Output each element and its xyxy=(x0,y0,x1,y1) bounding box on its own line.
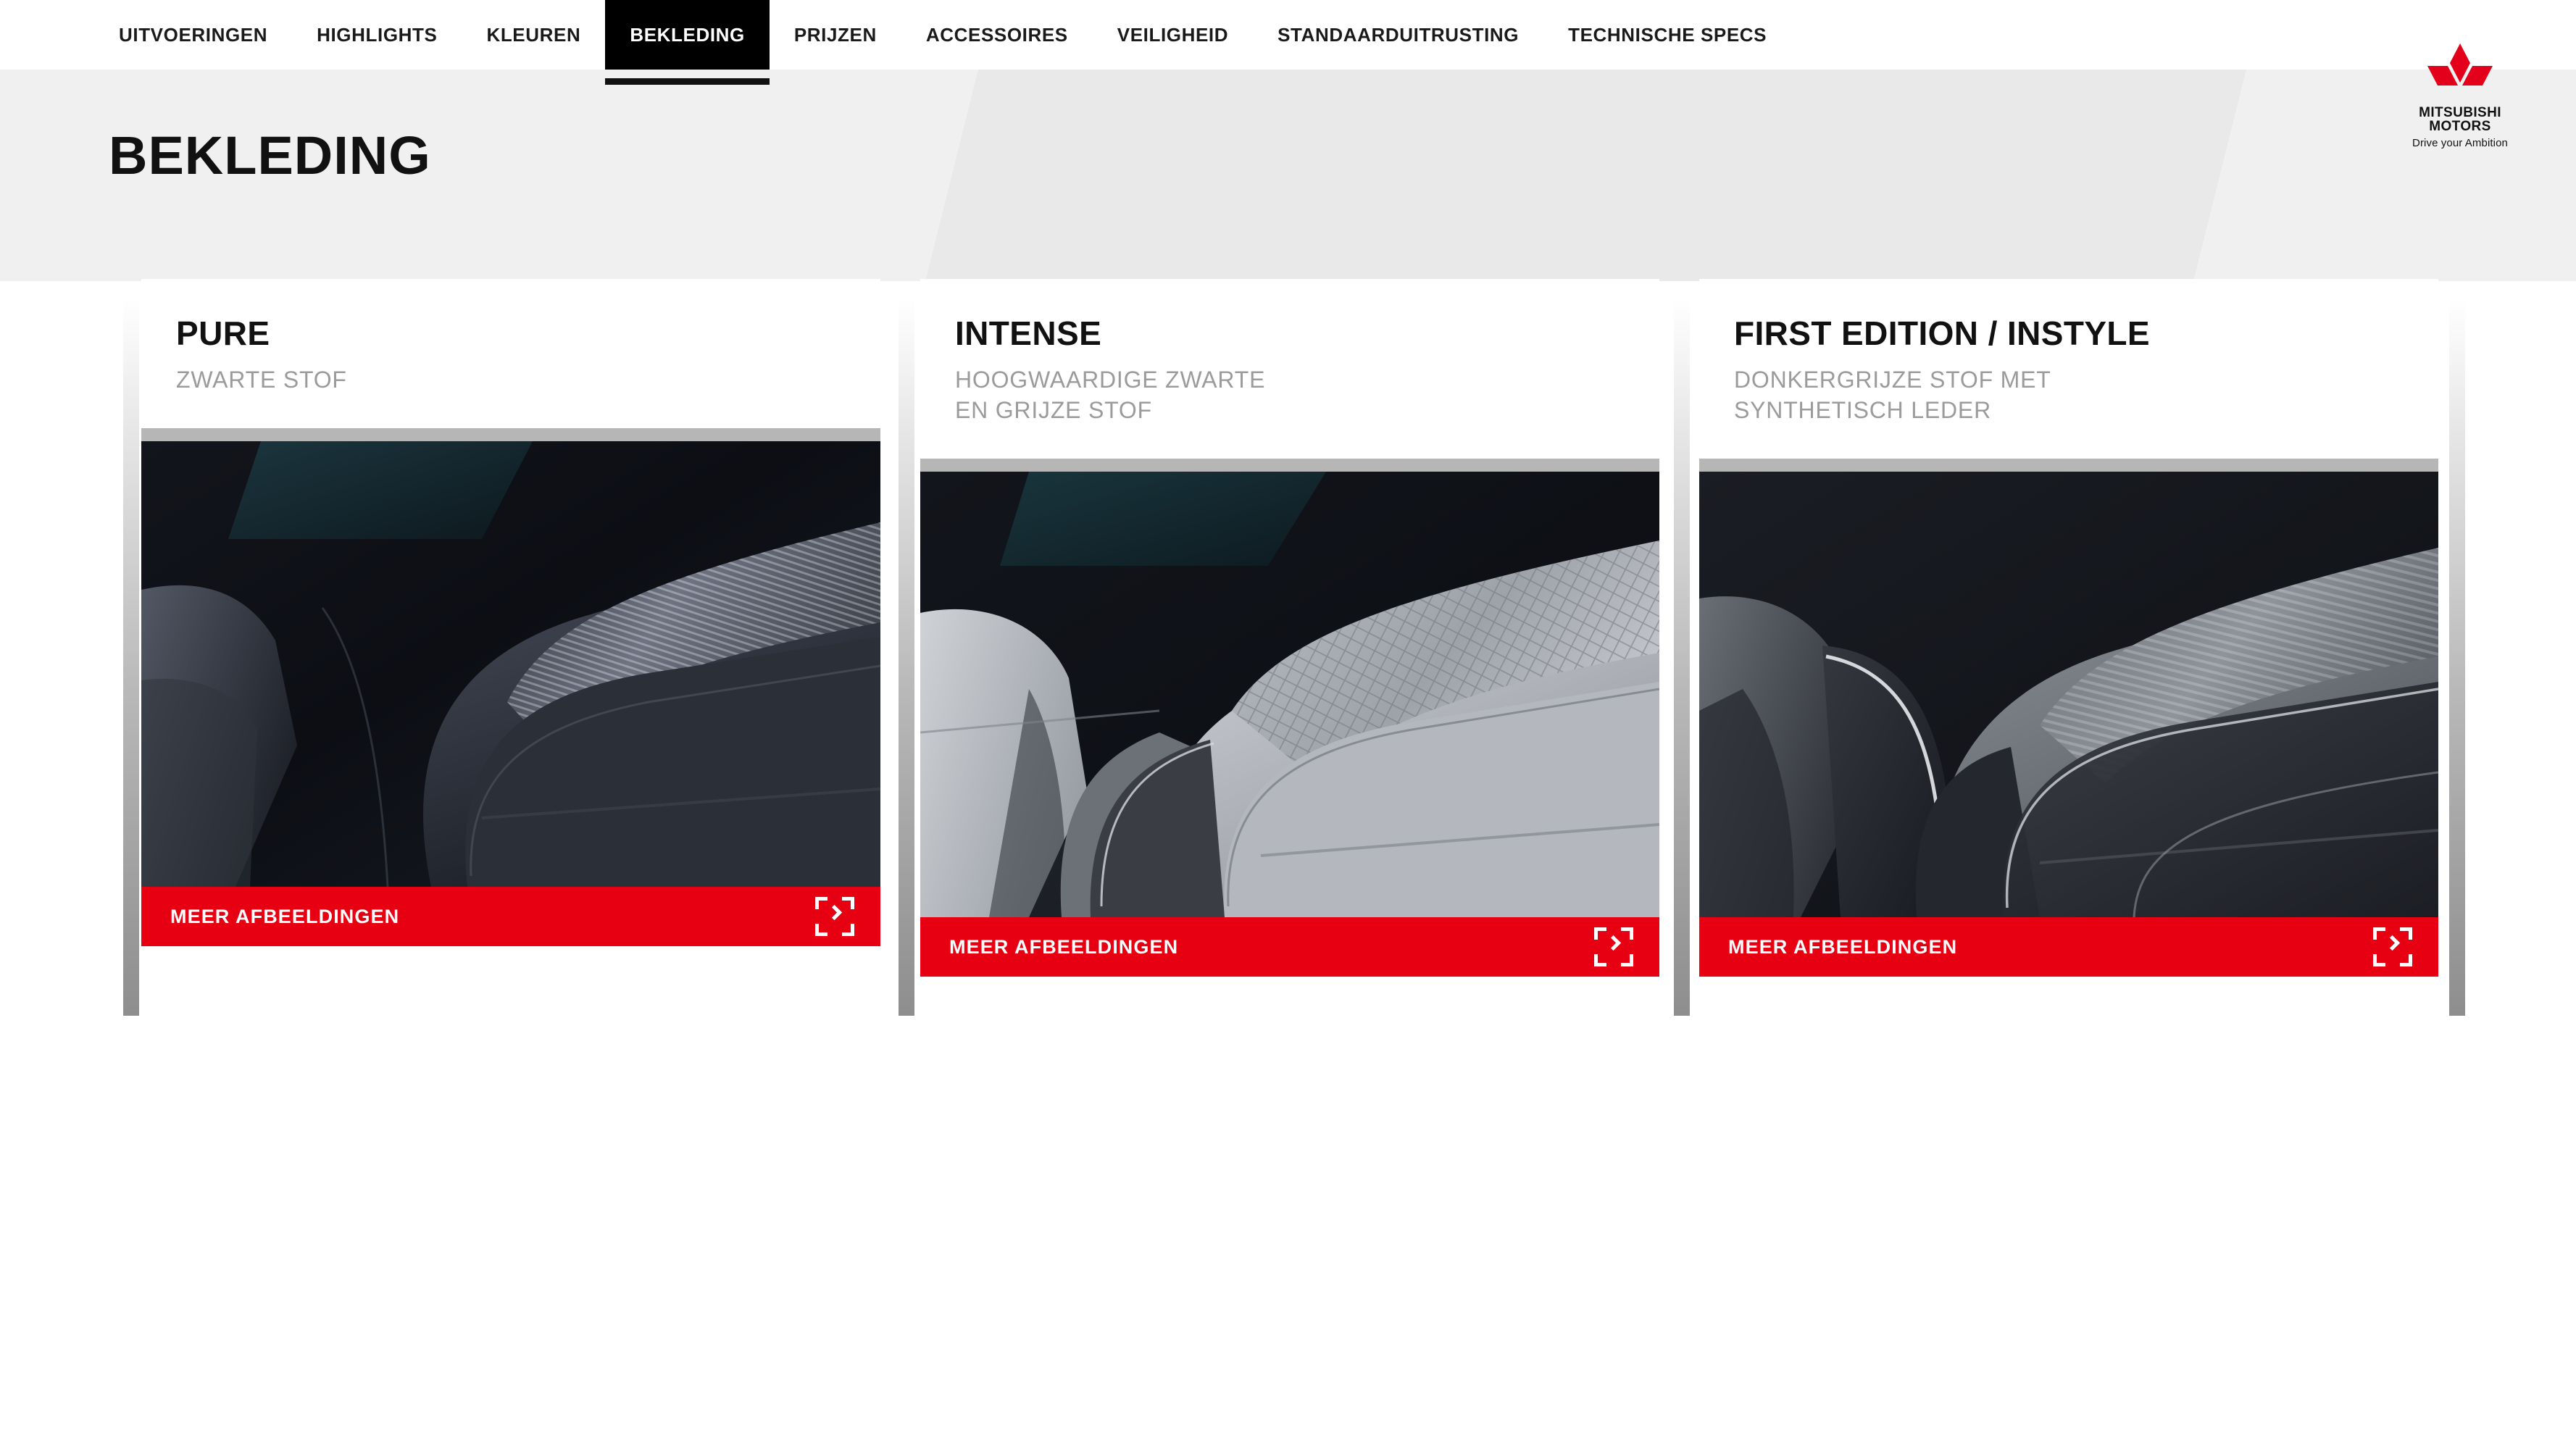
more-images-label: MEER AFBEELDINGEN xyxy=(170,905,400,927)
decorative-accent-bar xyxy=(899,298,914,1016)
hero-diagonal-shape xyxy=(913,70,2254,281)
nav-item-standaarduitrusting[interactable]: STANDAARDUITRUSTING xyxy=(1253,0,1543,70)
card-subtitle-line: ZWARTE STOF xyxy=(176,367,347,393)
card-subtitle-line: EN GRIJZE STOF xyxy=(955,397,1152,424)
card-header: PURE ZWARTE STOF xyxy=(141,279,880,429)
more-images-label: MEER AFBEELDINGEN xyxy=(1728,935,1958,958)
three-diamonds-icon xyxy=(2425,42,2495,101)
more-images-button[interactable]: MEER AFBEELDINGEN xyxy=(920,917,1659,977)
card-image-top-strip xyxy=(141,428,880,442)
card-subtitle: HOOGWAARDIGE ZWARTE EN GRIJZE STOF xyxy=(955,364,1625,425)
card-subtitle: DONKERGRIJZE STOF MET SYNTHETISCH LEDER xyxy=(1734,364,2404,425)
expand-arrow-icon xyxy=(2373,927,2412,967)
nav-item-highlights[interactable]: HIGHLIGHTS xyxy=(292,0,462,70)
card-subtitle: ZWARTE STOF xyxy=(176,364,846,395)
card-photo[interactable] xyxy=(920,472,1659,918)
active-tab-underline xyxy=(605,78,770,85)
nav-item-uitvoeringen[interactable]: UITVOERINGEN xyxy=(94,0,292,70)
nav-item-bekleding[interactable]: BEKLEDING xyxy=(605,0,770,70)
expand-arrow-icon xyxy=(1594,927,1633,967)
page-title: BEKLEDING xyxy=(109,125,431,185)
nav-item-kleuren[interactable]: KLEUREN xyxy=(462,0,605,70)
decorative-accent-bar xyxy=(2449,298,2465,1016)
card-image-top-strip xyxy=(1699,459,2438,472)
decorative-accent-bar xyxy=(1674,298,1690,1016)
expand-arrow-icon xyxy=(815,897,854,937)
card-photo[interactable] xyxy=(141,441,880,888)
card-subtitle-line: HOOGWAARDIGE ZWARTE xyxy=(955,367,1266,393)
decorative-accent-bar xyxy=(123,298,139,1016)
nav-item-technische-specs[interactable]: TECHNISCHE SPECS xyxy=(1543,0,1791,70)
card-image-top-strip xyxy=(920,459,1659,472)
upholstery-card: INTENSE HOOGWAARDIGE ZWARTE EN GRIJZE STO… xyxy=(920,279,1659,977)
primary-navigation: UITVOERINGEN HIGHLIGHTS KLEUREN BEKLEDING PR… xyxy=(0,0,2576,70)
card-header: INTENSE HOOGWAARDIGE ZWARTE EN GRIJZE STO… xyxy=(920,279,1659,459)
card-title: PURE xyxy=(176,314,270,352)
nav-item-accessoires[interactable]: ACCESSOIRES xyxy=(901,0,1093,70)
mitsubishi-logo[interactable]: MITSUBISHI MOTORS Drive your Ambition xyxy=(2388,42,2533,149)
brand-name-line1: MITSUBISHI xyxy=(2419,105,2501,120)
brand-tagline: Drive your Ambition xyxy=(2412,136,2508,149)
nav-item-prijzen[interactable]: PRIJZEN xyxy=(770,0,901,70)
nav-item-veiligheid[interactable]: VEILIGHEID xyxy=(1093,0,1253,70)
card-header: FIRST EDITION / INSTYLE DONKERGRIJZE STO… xyxy=(1699,279,2438,459)
upholstery-card: FIRST EDITION / INSTYLE DONKERGRIJZE STO… xyxy=(1699,279,2438,977)
card-photo[interactable] xyxy=(1699,472,2438,918)
brand-name-line2: MOTORS xyxy=(2429,119,2491,135)
card-subtitle-line: SYNTHETISCH LEDER xyxy=(1734,397,1991,424)
more-images-button[interactable]: MEER AFBEELDINGEN xyxy=(1699,917,2438,977)
more-images-button[interactable]: MEER AFBEELDINGEN xyxy=(141,887,880,947)
card-subtitle-line: DONKERGRIJZE STOF MET xyxy=(1734,367,2051,393)
upholstery-card: PURE ZWARTE STOF MEER AFBEELDINGEN xyxy=(141,279,880,947)
card-title: INTENSE xyxy=(955,314,1102,352)
more-images-label: MEER AFBEELDINGEN xyxy=(949,935,1179,958)
nav-item-list: UITVOERINGEN HIGHLIGHTS KLEUREN BEKLEDING PR… xyxy=(94,0,1791,70)
card-title: FIRST EDITION / INSTYLE xyxy=(1734,314,2151,352)
